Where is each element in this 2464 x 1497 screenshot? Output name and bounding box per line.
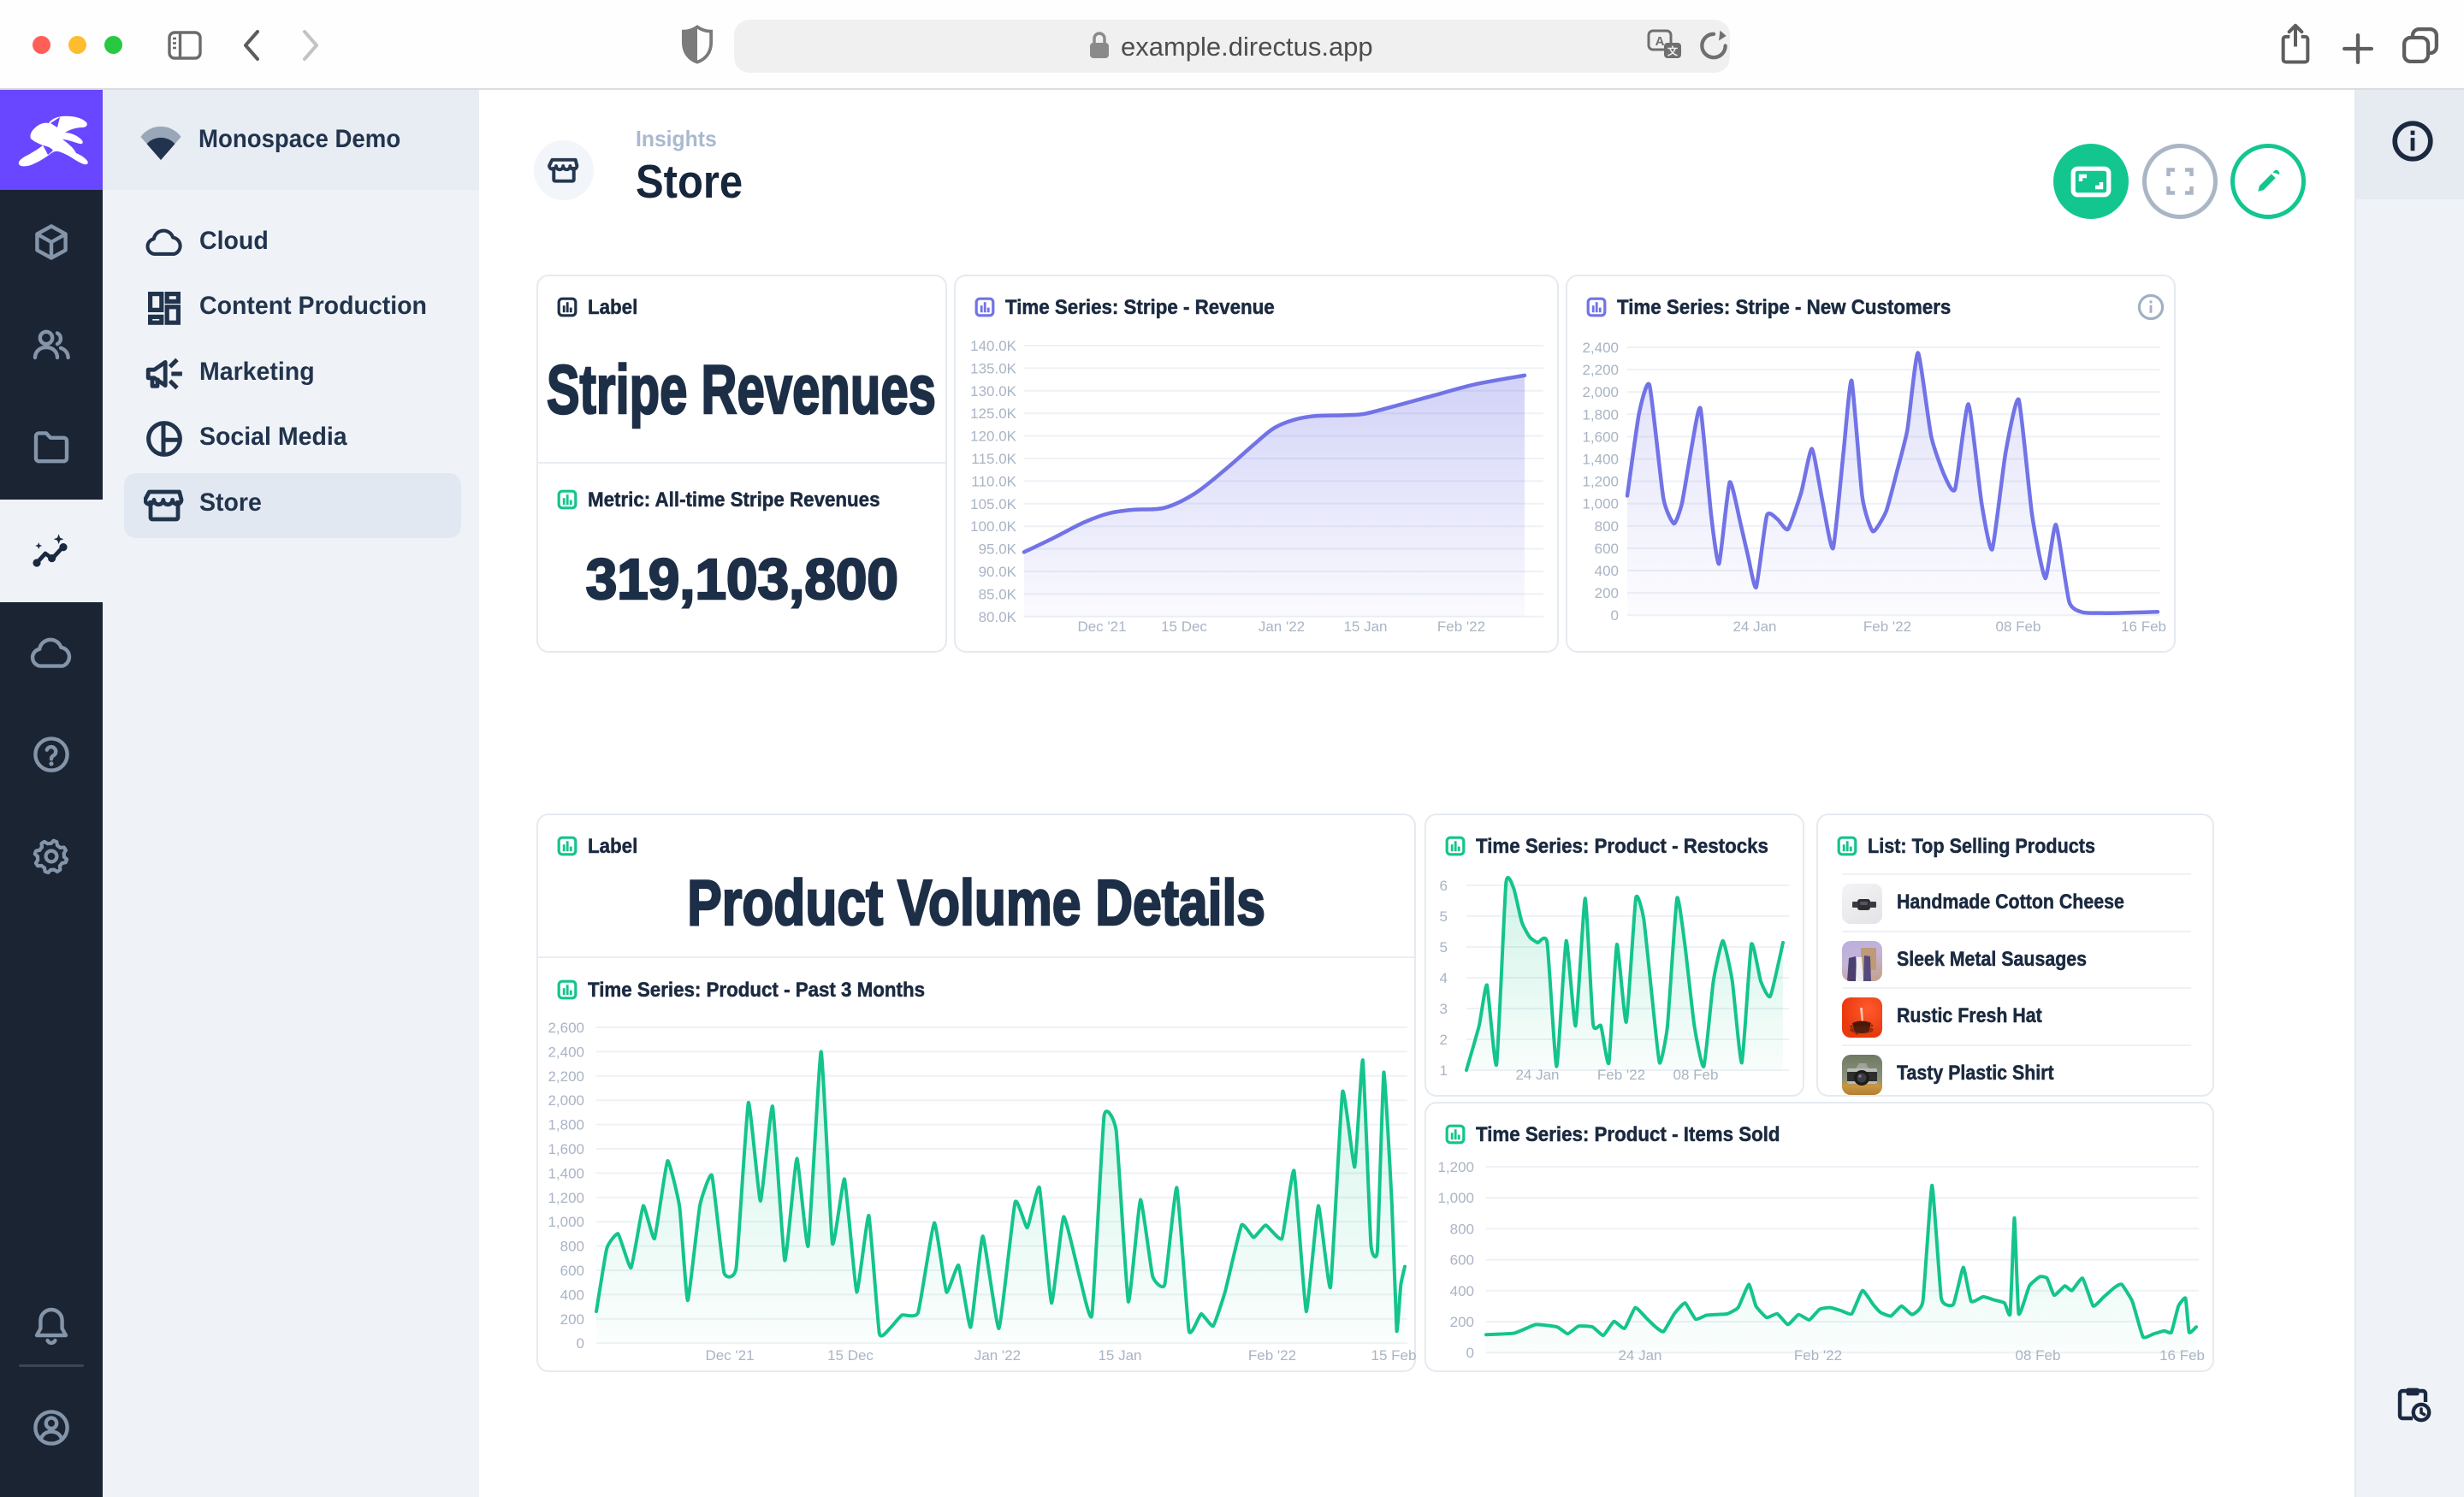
svg-text:4: 4 — [1440, 970, 1448, 986]
svg-text:115.0K: 115.0K — [971, 451, 1016, 467]
svg-text:08 Feb: 08 Feb — [1996, 618, 2041, 635]
svg-text:200: 200 — [1595, 585, 1619, 601]
svg-text:130.0K: 130.0K — [970, 383, 1017, 399]
svg-text:15 Dec: 15 Dec — [827, 1347, 874, 1364]
svg-text:600: 600 — [1450, 1252, 1474, 1269]
svg-text:Feb '22: Feb '22 — [1437, 618, 1485, 635]
svg-text:15 Feb: 15 Feb — [1371, 1347, 1417, 1364]
svg-text:1,800: 1,800 — [1582, 406, 1619, 423]
svg-text:600: 600 — [560, 1263, 584, 1279]
svg-text:3: 3 — [1440, 1001, 1448, 1017]
svg-text:105.0K: 105.0K — [970, 496, 1017, 512]
svg-text:600: 600 — [1595, 541, 1619, 557]
svg-text:文: 文 — [1667, 44, 1679, 57]
svg-text:1,000: 1,000 — [548, 1214, 584, 1230]
svg-text:140.0K: 140.0K — [970, 338, 1017, 354]
svg-text:2,400: 2,400 — [1582, 340, 1619, 356]
svg-text:0: 0 — [577, 1335, 584, 1352]
svg-text:2,000: 2,000 — [548, 1092, 584, 1109]
svg-text:2,400: 2,400 — [548, 1044, 584, 1060]
svg-text:1,400: 1,400 — [1582, 452, 1619, 468]
svg-text:2,000: 2,000 — [1582, 384, 1619, 400]
svg-text:1,800: 1,800 — [548, 1117, 584, 1133]
svg-text:1,200: 1,200 — [1437, 1159, 1474, 1175]
svg-text:Feb '22: Feb '22 — [1863, 618, 1911, 635]
svg-text:Jan '22: Jan '22 — [1259, 618, 1305, 635]
svg-text:1,600: 1,600 — [1582, 429, 1619, 445]
svg-text:1,000: 1,000 — [1437, 1190, 1474, 1206]
svg-text:6: 6 — [1440, 878, 1448, 894]
svg-text:125.0K: 125.0K — [970, 405, 1017, 422]
svg-text:400: 400 — [560, 1287, 584, 1303]
svg-text:100.0K: 100.0K — [970, 518, 1017, 535]
svg-text:15 Dec: 15 Dec — [1161, 618, 1207, 635]
svg-text:5: 5 — [1440, 939, 1448, 956]
svg-text:135.0K: 135.0K — [970, 360, 1017, 376]
svg-text:800: 800 — [1450, 1221, 1474, 1237]
svg-text:120.0K: 120.0K — [970, 429, 1017, 445]
svg-text:24 Jan: 24 Jan — [1732, 618, 1776, 635]
svg-text:5: 5 — [1440, 908, 1448, 925]
svg-text:200: 200 — [1450, 1314, 1474, 1330]
svg-text:15 Jan: 15 Jan — [1098, 1347, 1141, 1364]
svg-text:0: 0 — [1611, 607, 1619, 624]
svg-text:90.0K: 90.0K — [979, 564, 1017, 580]
svg-text:2: 2 — [1440, 1032, 1448, 1048]
svg-text:80.0K: 80.0K — [979, 609, 1017, 625]
svg-text:1,200: 1,200 — [1582, 474, 1619, 490]
svg-text:800: 800 — [1595, 518, 1619, 535]
svg-text:1: 1 — [1440, 1062, 1448, 1079]
svg-text:2,200: 2,200 — [1582, 362, 1619, 378]
svg-text:200: 200 — [560, 1311, 584, 1328]
svg-text:400: 400 — [1450, 1283, 1474, 1299]
svg-text:110.0K: 110.0K — [971, 473, 1016, 489]
svg-text:1,400: 1,400 — [548, 1165, 584, 1181]
svg-text:400: 400 — [1595, 563, 1619, 579]
svg-text:16 Feb: 16 Feb — [2121, 618, 2166, 635]
svg-text:0: 0 — [1466, 1345, 1474, 1361]
svg-text:A: A — [1656, 34, 1665, 49]
svg-text:Jan '22: Jan '22 — [974, 1347, 1021, 1364]
svg-text:1,000: 1,000 — [1582, 496, 1619, 512]
svg-text:2,600: 2,600 — [548, 1020, 584, 1036]
svg-text:2,200: 2,200 — [548, 1068, 584, 1085]
svg-text:800: 800 — [560, 1239, 584, 1255]
svg-text:95.0K: 95.0K — [979, 541, 1017, 558]
svg-text:1,200: 1,200 — [548, 1190, 584, 1206]
svg-text:Dec '21: Dec '21 — [1077, 618, 1126, 635]
svg-text:15 Jan: 15 Jan — [1343, 618, 1387, 635]
svg-text:1,600: 1,600 — [548, 1141, 584, 1157]
svg-text:85.0K: 85.0K — [979, 586, 1017, 602]
svg-text:Dec '21: Dec '21 — [705, 1347, 754, 1364]
svg-text:Feb '22: Feb '22 — [1248, 1347, 1296, 1364]
